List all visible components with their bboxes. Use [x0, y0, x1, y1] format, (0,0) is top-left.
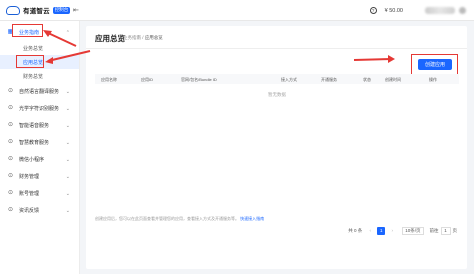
table-header: 应用名称 应用ID 官网/包名/Bundle ID 接入方式 开通服务 状态 创… [95, 74, 459, 84]
total-count: 共 0 条 [348, 227, 363, 233]
jump-unit: 页 [452, 227, 458, 233]
page-size-select[interactable]: 10条/页 [402, 226, 424, 235]
chevron-down-icon: ⌄ [65, 122, 70, 129]
sidebar-group[interactable]: ⊙ 财务管理 ⌄ [0, 168, 79, 185]
sidebar-group-label: 账号管理 [19, 191, 40, 197]
sidebar-group[interactable]: ⊙ 微信小程序 ⌄ [0, 151, 79, 168]
education-icon: ⊙ [7, 139, 14, 145]
breadcrumb-parent[interactable]: 业务指南 [123, 35, 141, 40]
sidebar-group[interactable]: ⊙ 资讯反馈 ⌄ [0, 202, 79, 219]
next-page-button[interactable]: › [388, 227, 396, 235]
highlight-box-create [411, 54, 458, 75]
page-number[interactable]: 1 [377, 226, 386, 235]
mini-program-icon: ⊙ [7, 156, 14, 162]
sidebar-group[interactable]: ⊙ 账号管理 ⌄ [0, 185, 79, 202]
sidebar-group[interactable]: ⊙ 光学字符识别服务 ⌄ [0, 100, 79, 117]
column-header: 应用名称 [101, 77, 117, 82]
sidebar-group[interactable]: ⊙ 智慧教育服务 ⌄ [0, 134, 79, 151]
sidebar-group-label: 资讯反馈 [19, 208, 40, 214]
chevron-down-icon: ⌄ [65, 88, 70, 95]
translate-icon: ⊙ [7, 88, 14, 94]
chevron-down-icon: ⌄ [65, 173, 70, 180]
sidebar-subitem[interactable]: 应用总览 [0, 55, 79, 69]
sidebar-group[interactable]: ⊙ 自然语言翻译服务 ⌄ [0, 83, 79, 100]
sidebar-subitem[interactable]: 财务总览 [0, 69, 79, 83]
top-bar: 有道智云 控制台 ⇤ ? ¥ 50.00 [0, 0, 474, 21]
breadcrumb: 业务指南 / 应用总览 [123, 35, 163, 41]
voice-icon: ⊙ [7, 122, 14, 128]
jump-label: 前往 [429, 227, 439, 233]
logo[interactable]: 有道智云 控制台 [6, 5, 71, 15]
sidebar-subitem[interactable]: 业务总览 [0, 41, 79, 55]
footer-note-text: 创建应用后，您可以在此页面查看并管理您的应用，查看接入方式及开通服务等。 [95, 216, 239, 221]
column-header: 创建时间 [385, 77, 401, 82]
grid-icon: ▦ [7, 29, 14, 35]
account-icon: ⊙ [7, 190, 14, 196]
username-blurred[interactable] [425, 7, 455, 14]
quick-start-link[interactable]: 快速接入指南 [240, 216, 264, 221]
chevron-down-icon: ⌄ [65, 105, 70, 112]
feedback-icon: ⊙ [7, 207, 14, 213]
main-panel: 应用总览 业务指南 / 应用总览 创建应用 应用名称 应用ID 官网/包名/Bu… [86, 26, 467, 269]
chevron-down-icon: ⌄ [65, 139, 70, 146]
sidebar-group-label: 光学字符识别服务 [19, 106, 60, 112]
sidebar-group-label: 业务指南 [19, 30, 40, 36]
pagination: 共 0 条 ‹ 1 › 10条/页 前往 1 页 [348, 226, 457, 235]
chevron-down-icon: ⌄ [65, 190, 70, 197]
prev-page-button[interactable]: ‹ [366, 227, 374, 235]
sidebar-group-label: 智慧教育服务 [19, 140, 50, 146]
column-header: 官网/包名/Bundle ID [181, 77, 217, 82]
column-header: 操作 [429, 77, 437, 82]
finance-icon: ⊙ [7, 173, 14, 179]
sidebar-group[interactable]: ▦ 业务指南 ⌃ [0, 24, 79, 41]
cloud-logo-icon [6, 5, 20, 15]
sidebar-group-label: 智能语音服务 [19, 123, 50, 129]
collapse-sidebar-icon[interactable]: ⇤ [73, 6, 79, 14]
ocr-icon: ⊙ [7, 105, 14, 111]
breadcrumb-current: 应用总览 [144, 35, 163, 40]
chevron-up-icon: ⌃ [65, 29, 70, 36]
column-header: 开通服务 [321, 77, 337, 82]
account-balance: ¥ 50.00 [384, 7, 403, 14]
avatar[interactable] [459, 7, 466, 14]
logo-text: 有道智云 [23, 8, 50, 15]
footer-note: 创建应用后，您可以在此页面查看并管理您的应用，查看接入方式及开通服务等。 快速接… [95, 216, 264, 222]
page-title: 应用总览 [95, 34, 125, 43]
jump-page-input[interactable]: 1 [440, 226, 451, 235]
sidebar-group-label: 微信小程序 [19, 157, 45, 163]
column-header: 状态 [363, 77, 371, 82]
console-badge: 控制台 [52, 6, 71, 14]
column-header: 接入方式 [281, 77, 297, 82]
sidebar-group-label: 财务管理 [19, 174, 40, 180]
chevron-down-icon: ⌄ [65, 207, 70, 214]
empty-state: 暂无数据 [268, 92, 286, 97]
sidebar-group-label: 自然语言翻译服务 [19, 89, 60, 95]
column-header: 应用ID [141, 77, 153, 82]
sidebar-group[interactable]: ⊙ 智能语音服务 ⌄ [0, 117, 79, 134]
chevron-down-icon: ⌄ [65, 156, 70, 163]
sidebar: ▦ 业务指南 ⌃ 业务总览 应用总览 财务总览 ⊙ 自然语言翻译服务 ⌄ ⊙ 光学字符识别服务 ⌄ ⊙ 智… [0, 21, 80, 274]
divider [86, 48, 467, 49]
help-icon[interactable]: ? [369, 7, 377, 14]
